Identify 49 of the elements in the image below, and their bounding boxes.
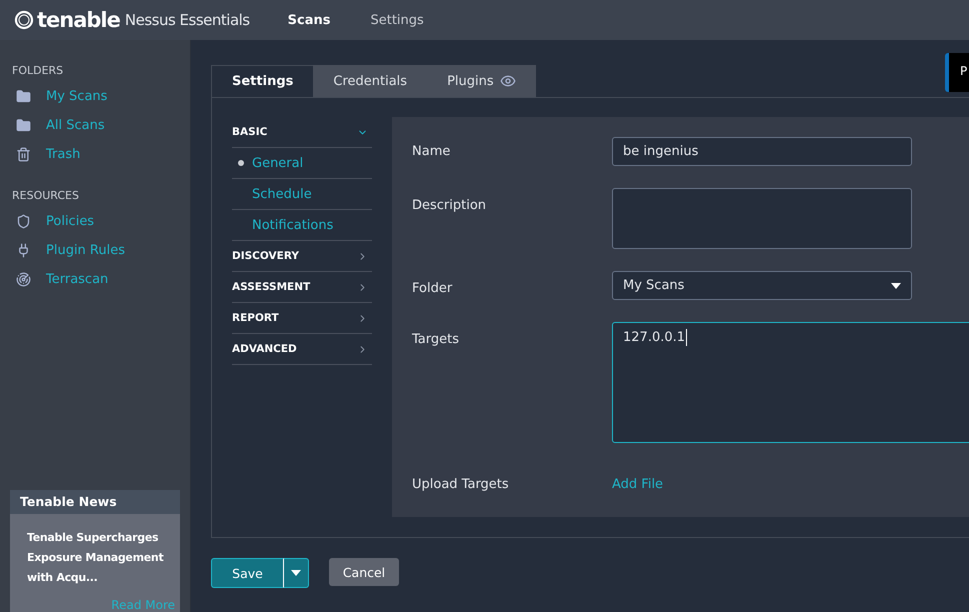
logo-icon: [14, 10, 34, 30]
nav-group[interactable]: ASSESSMENT: [232, 272, 372, 303]
nav-link[interactable]: Scans: [288, 12, 330, 28]
tab[interactable]: Credentials: [313, 65, 428, 97]
nav-group[interactable]: REPORT: [232, 303, 372, 334]
nav-item[interactable]: General: [232, 148, 372, 179]
folder-select[interactable]: My Scans: [612, 271, 912, 300]
radar-icon: [16, 272, 31, 287]
cancel-button[interactable]: Cancel: [329, 558, 399, 586]
field-label: Name: [412, 143, 452, 161]
caret-icon: [891, 282, 901, 288]
shield-icon: [16, 214, 31, 229]
nav-link[interactable]: Settings: [370, 12, 424, 28]
trash-icon: [16, 147, 31, 162]
folder-icon: [16, 89, 31, 104]
sidebar-item[interactable]: Trash: [0, 140, 190, 169]
field-label: Description: [412, 197, 488, 215]
nav-group[interactable]: ADVANCED: [232, 334, 372, 365]
news-title: Tenable News: [10, 490, 180, 514]
field-label: Targets: [412, 331, 460, 349]
tab[interactable]: Settings: [211, 65, 314, 97]
field-label: Folder: [412, 280, 454, 298]
add-file-link[interactable]: Add File: [612, 475, 664, 492]
notification-toast: P: [945, 53, 969, 92]
sidebar-item[interactable]: Policies: [0, 207, 190, 236]
field-label: Upload Targets: [412, 476, 510, 492]
name-field[interactable]: be ingenius: [612, 137, 912, 166]
folder-icon: [16, 118, 31, 133]
sidebar-item[interactable]: Plugin Rules: [0, 236, 190, 265]
plug-icon: [16, 243, 31, 258]
sidebar-item[interactable]: My Scans: [0, 82, 190, 111]
section-title: FOLDERS: [11, 64, 64, 79]
nav-item[interactable]: Notifications: [232, 210, 372, 241]
brand-name: tenable: [37, 8, 120, 32]
sidebar-item[interactable]: Terrascan: [0, 265, 190, 294]
dropdown-button[interactable]: [284, 558, 309, 588]
nav-item[interactable]: Schedule: [232, 179, 372, 210]
news-headline: Tenable Supercharges Exposure Management with Acqu...: [27, 530, 164, 586]
product-name: Nessus Essentials: [124, 11, 250, 29]
save-button[interactable]: Save: [211, 558, 284, 588]
description-field[interactable]: [612, 188, 912, 249]
sidebar-item[interactable]: All Scans: [0, 111, 190, 140]
nav-group[interactable]: DISCOVERY: [232, 241, 372, 272]
eye-icon: [500, 73, 516, 89]
nav-group[interactable]: BASIC: [232, 117, 372, 148]
section-title: RESOURCES: [11, 189, 80, 204]
targets-field[interactable]: 127.0.0.1: [612, 322, 969, 443]
tab[interactable]: Plugins: [427, 65, 536, 97]
caret-icon: [291, 570, 301, 576]
